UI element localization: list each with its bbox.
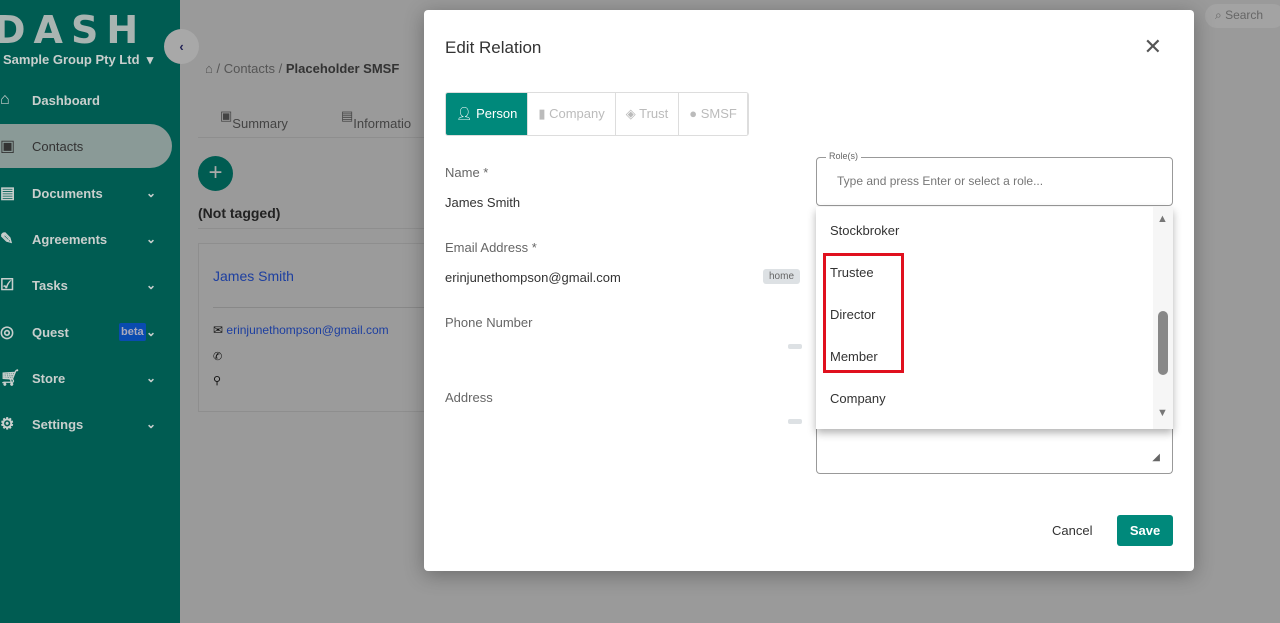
type-person[interactable]: 👤︎ Person xyxy=(446,93,529,135)
chevron-down-icon: ⌄ xyxy=(145,325,156,339)
phone-tag[interactable] xyxy=(788,344,802,349)
option-stockbroker[interactable]: Stockbroker xyxy=(830,223,899,238)
scroll-down-icon[interactable]: ▼ xyxy=(1157,407,1168,419)
address-label: Address xyxy=(445,390,493,405)
chevron-down-icon: ⌄ xyxy=(145,232,156,246)
resize-handle-icon[interactable]: ◢ xyxy=(1152,452,1160,463)
breadcrumb: ⌂ / Contacts / Placeholder SMSF xyxy=(205,61,400,76)
group-heading: (Not tagged) xyxy=(198,205,281,221)
contacts-icon: ▣ xyxy=(0,138,16,155)
chevron-down-icon: ⌄ xyxy=(145,186,156,200)
label: Store xyxy=(32,370,66,386)
tab-label: Informatio xyxy=(353,116,412,131)
tab-information[interactable]: ▤ Informatio xyxy=(341,108,411,131)
contact-email[interactable]: ✉ erinjunethompson@gmail.com xyxy=(213,323,389,337)
save-button[interactable]: Save xyxy=(1117,515,1173,546)
phone-label: Phone Number xyxy=(445,315,533,330)
label: Documents xyxy=(32,185,103,201)
breadcrumb-contacts[interactable]: Contacts xyxy=(224,61,275,76)
label: Company xyxy=(549,106,605,121)
search-input[interactable]: ⌕ Search xyxy=(1205,4,1280,28)
tab-summary[interactable]: ▣ Summary xyxy=(220,108,288,131)
logo: DASH xyxy=(0,8,147,52)
documents-icon: ▤ xyxy=(0,185,16,202)
email-tag[interactable]: home xyxy=(763,269,801,284)
address-tag[interactable] xyxy=(788,419,802,424)
label: Agreements xyxy=(32,231,108,247)
dropdown-scrollbar[interactable]: ▲ ▼ xyxy=(1153,207,1173,429)
sidebar-item-dashboard[interactable]: ⌂ Dashboard xyxy=(0,78,172,122)
roles-dropdown: Stockbroker Trustee Director Member Comp… xyxy=(816,207,1173,429)
contact-card: James Smith ✉ erinjunethompson@gmail.com… xyxy=(198,243,433,412)
sidebar-item-tasks[interactable]: ☑ Tasks ⌄ xyxy=(0,263,172,307)
location-icon: ⚲ xyxy=(213,375,222,387)
pen-icon: ✎ xyxy=(0,231,14,248)
label: SMSF xyxy=(700,106,737,121)
compass-icon: ◎ xyxy=(0,324,14,341)
add-button[interactable]: + xyxy=(198,156,233,191)
gear-icon: ⚙ xyxy=(0,416,15,433)
label: Tasks xyxy=(32,277,68,293)
search-placeholder: Search xyxy=(1225,8,1264,22)
chevron-down-icon: ⌄ xyxy=(145,371,156,385)
org-selector[interactable]: Sample Group Pty Ltd ▾ xyxy=(3,52,153,68)
close-icon[interactable]: ✕ xyxy=(1144,34,1162,60)
org-name: Sample Group Pty Ltd xyxy=(3,52,140,67)
tasks-icon: ☑ xyxy=(0,277,15,294)
roles-placeholder: Type and press Enter or select a role... xyxy=(837,174,1044,188)
search-icon: ⌕ xyxy=(1215,8,1222,22)
label: Quest xyxy=(32,324,69,340)
sidebar-item-documents[interactable]: ▤ Documents ⌄ xyxy=(0,171,172,215)
name-field[interactable]: James Smith xyxy=(445,195,520,210)
type-trust[interactable]: ◈ Trust xyxy=(616,93,680,135)
home-icon[interactable]: ⌂ xyxy=(205,61,213,76)
tab-label: Summary xyxy=(232,116,288,131)
email-link[interactable]: erinjunethompson@gmail.com xyxy=(226,323,388,337)
highlight-box xyxy=(823,253,904,373)
scroll-up-icon[interactable]: ▲ xyxy=(1157,213,1168,225)
contact-tabs: ▣ Summary ▤ Informatio xyxy=(198,100,428,138)
cart-icon: 🛒︎ xyxy=(0,370,21,387)
cancel-button[interactable]: Cancel xyxy=(1052,523,1092,538)
sidebar-item-contacts[interactable]: ▣ Contacts xyxy=(0,124,172,168)
home-icon: ⌂ xyxy=(0,91,10,108)
email-label: Email Address * xyxy=(445,240,537,255)
label: Person xyxy=(476,106,518,121)
beta-badge: beta xyxy=(119,323,146,341)
label: Settings xyxy=(32,416,84,432)
relation-type-toggle: 👤︎ Person ▮ Company ◈ Trust ● SMSF xyxy=(445,92,749,136)
chevron-down-icon: ⌄ xyxy=(145,417,156,431)
roles-label: Role(s) xyxy=(826,151,862,161)
mail-icon: ✉ xyxy=(213,323,224,337)
label: Trust xyxy=(639,106,669,121)
edit-relation-dialog: Edit Relation ✕ 👤︎ Person ▮ Company ◈ Tr… xyxy=(424,10,1194,571)
divider xyxy=(198,228,428,229)
scroll-thumb[interactable] xyxy=(1158,311,1168,375)
label: Dashboard xyxy=(32,92,100,108)
dialog-title: Edit Relation xyxy=(445,38,542,57)
sidebar-item-quest[interactable]: ◎ Quest beta ⌄ xyxy=(0,310,172,354)
caret-down-icon: ▾ xyxy=(146,52,154,67)
contact-name-link[interactable]: James Smith xyxy=(213,268,294,284)
divider xyxy=(213,307,433,308)
roles-input[interactable]: Role(s) Type and press Enter or select a… xyxy=(816,151,1173,206)
type-company[interactable]: ▮ Company xyxy=(528,93,616,135)
sidebar-item-store[interactable]: 🛒︎ Store ⌄ xyxy=(0,356,172,400)
collapse-sidebar-button[interactable]: ‹ xyxy=(164,29,199,64)
email-field[interactable]: erinjunethompson@gmail.com xyxy=(445,270,621,285)
breadcrumb-current: Placeholder SMSF xyxy=(285,61,400,76)
name-label: Name * xyxy=(445,165,489,180)
sidebar-item-agreements[interactable]: ✎ Agreements ⌄ xyxy=(0,217,172,261)
chevron-down-icon: ⌄ xyxy=(145,278,156,292)
type-smsf[interactable]: ● SMSF xyxy=(679,93,748,135)
option-company[interactable]: Company xyxy=(830,391,886,406)
sidebar-item-settings[interactable]: ⚙ Settings ⌄ xyxy=(0,402,172,446)
phone-icon: ✆ xyxy=(213,351,223,363)
sidebar: DASH Sample Group Pty Ltd ▾ ⌂ Dashboard ▣… xyxy=(0,0,180,623)
label: Contacts xyxy=(32,138,84,154)
